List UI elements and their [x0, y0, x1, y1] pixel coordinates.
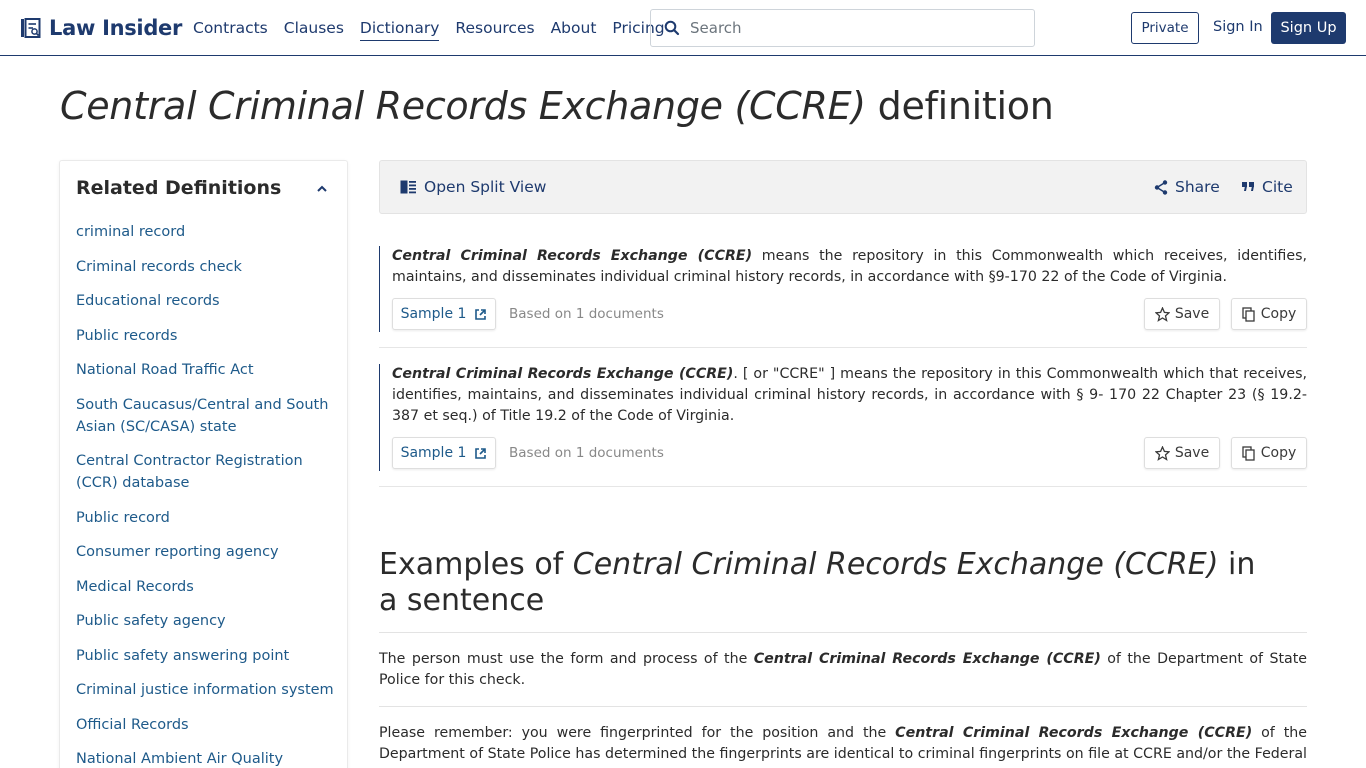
related-definition-link[interactable]: Public safety answering point — [76, 645, 334, 667]
examples-heading-term: Central Criminal Records Exchange (CCRE) — [572, 547, 1219, 582]
sample-label: Sample 1 — [400, 445, 467, 461]
logo-text: Law Insider — [49, 16, 183, 40]
page-title-term: Central Criminal Records Exchange (CCRE) — [60, 84, 866, 128]
private-button[interactable]: Private — [1131, 12, 1199, 44]
quote-icon — [1242, 182, 1254, 191]
definition-text: Central Criminal Records Exchange (CCRE)… — [392, 364, 1307, 427]
related-definition-link[interactable]: Criminal justice information system — [76, 679, 334, 701]
related-definition-link[interactable]: Medical Records — [76, 576, 334, 598]
sample-button[interactable]: Sample 1 — [392, 437, 496, 469]
search-icon — [664, 20, 680, 36]
copy-label: Copy — [1260, 445, 1297, 461]
logo-book-icon — [20, 17, 42, 39]
definition-accent-bar — [379, 246, 380, 332]
sample-label: Sample 1 — [400, 306, 467, 322]
example-term: Central Criminal Records Exchange (CCRE) — [895, 725, 1253, 741]
copy-icon — [1242, 306, 1255, 322]
star-icon — [1154, 445, 1170, 461]
external-link-icon — [475, 308, 487, 320]
cite-label: Cite — [1262, 178, 1293, 196]
example-text-before: Please remember: you were fingerprinted … — [379, 725, 896, 741]
related-definition-link[interactable]: Consumer reporting agency — [76, 541, 334, 563]
definition-term: Central Criminal Records Exchange (CCRE) — [392, 366, 734, 382]
related-definition-link[interactable]: Public safety agency — [76, 610, 334, 632]
based-on-count: Based on 1 documents — [509, 306, 664, 322]
save-label: Save — [1174, 445, 1210, 461]
open-split-view-label: Open Split View — [424, 178, 547, 196]
divider — [379, 632, 1307, 633]
definition-entry: Central Criminal Records Exchange (CCRE)… — [379, 364, 1307, 487]
related-definitions-list: criminal record Criminal records check E… — [76, 221, 334, 768]
definition-entry: Central Criminal Records Exchange (CCRE)… — [379, 246, 1307, 348]
nav-resources[interactable]: Resources — [455, 19, 534, 41]
nav-dictionary[interactable]: Dictionary — [359, 19, 440, 41]
copy-label: Copy — [1260, 306, 1297, 322]
related-definition-link[interactable]: South Caucasus/Central and South Asian (… — [76, 394, 334, 438]
logo[interactable]: Law Insider — [20, 14, 182, 42]
split-view-icon — [400, 180, 416, 194]
related-definitions-heading: Related Definitions — [76, 177, 282, 199]
related-definition-link[interactable]: Educational records — [76, 290, 334, 312]
divider — [379, 706, 1307, 707]
cite-button[interactable]: Cite — [1241, 161, 1293, 213]
copy-button[interactable]: Copy — [1231, 298, 1307, 330]
chevron-up-icon[interactable] — [315, 181, 329, 195]
related-definition-link[interactable]: Official Records — [76, 714, 334, 736]
examples-heading-prefix: Examples of — [379, 547, 573, 582]
search-input[interactable] — [690, 19, 1034, 37]
open-split-view-button[interactable]: Open Split View — [400, 161, 546, 213]
nav-clauses[interactable]: Clauses — [284, 19, 344, 41]
definition-accent-bar — [379, 364, 380, 471]
save-label: Save — [1174, 306, 1210, 322]
page-title-suffix: definition — [877, 84, 1054, 128]
share-label: Share — [1175, 178, 1220, 196]
share-button[interactable]: Share — [1154, 161, 1220, 213]
related-definition-link[interactable]: Public record — [76, 507, 334, 529]
example-sentence: Please remember: you were fingerprinted … — [379, 723, 1307, 768]
top-header: Law Insider Contracts Clauses Dictionary… — [0, 0, 1366, 56]
share-icon — [1154, 179, 1168, 195]
example-term: Central Criminal Records Exchange (CCRE) — [753, 651, 1101, 667]
related-definition-link[interactable]: Public records — [76, 325, 334, 347]
save-button[interactable]: Save — [1144, 298, 1220, 330]
copy-icon — [1242, 445, 1255, 461]
definition-term: Central Criminal Records Exchange (CCRE) — [392, 248, 753, 264]
example-text-before: The person must use the form and process… — [379, 651, 754, 667]
main-nav: Contracts Clauses Dictionary Resources A… — [193, 19, 681, 41]
related-definition-link[interactable]: National Road Traffic Act — [76, 359, 334, 381]
related-definition-link[interactable]: Criminal records check — [76, 256, 334, 278]
sample-button[interactable]: Sample 1 — [392, 298, 496, 330]
example-sentence: The person must use the form and process… — [379, 649, 1307, 691]
related-definition-link[interactable]: National Ambient Air Quality — [76, 748, 334, 768]
based-on-count: Based on 1 documents — [509, 445, 664, 461]
sign-in-link[interactable]: Sign In — [1213, 19, 1263, 35]
related-definition-link[interactable]: Central Contractor Registration (CCR) da… — [76, 450, 334, 494]
sign-up-button[interactable]: Sign Up — [1271, 12, 1346, 44]
related-definitions-panel: Related Definitions criminal record Crim… — [59, 160, 348, 768]
nav-about[interactable]: About — [551, 19, 597, 41]
page-title: Central Criminal Records Exchange (CCRE)… — [60, 84, 1054, 128]
definition-text: Central Criminal Records Exchange (CCRE)… — [392, 246, 1307, 288]
related-definition-link[interactable]: criminal record — [76, 221, 334, 243]
nav-contracts[interactable]: Contracts — [193, 19, 268, 41]
external-link-icon — [475, 447, 487, 459]
star-icon — [1154, 306, 1170, 322]
save-button[interactable]: Save — [1144, 437, 1220, 469]
examples-heading: Examples of Central Criminal Records Exc… — [379, 547, 1279, 619]
search-box[interactable] — [650, 9, 1035, 47]
definition-toolbar: Open Split View Share Cite — [379, 160, 1307, 214]
copy-button[interactable]: Copy — [1231, 437, 1307, 469]
